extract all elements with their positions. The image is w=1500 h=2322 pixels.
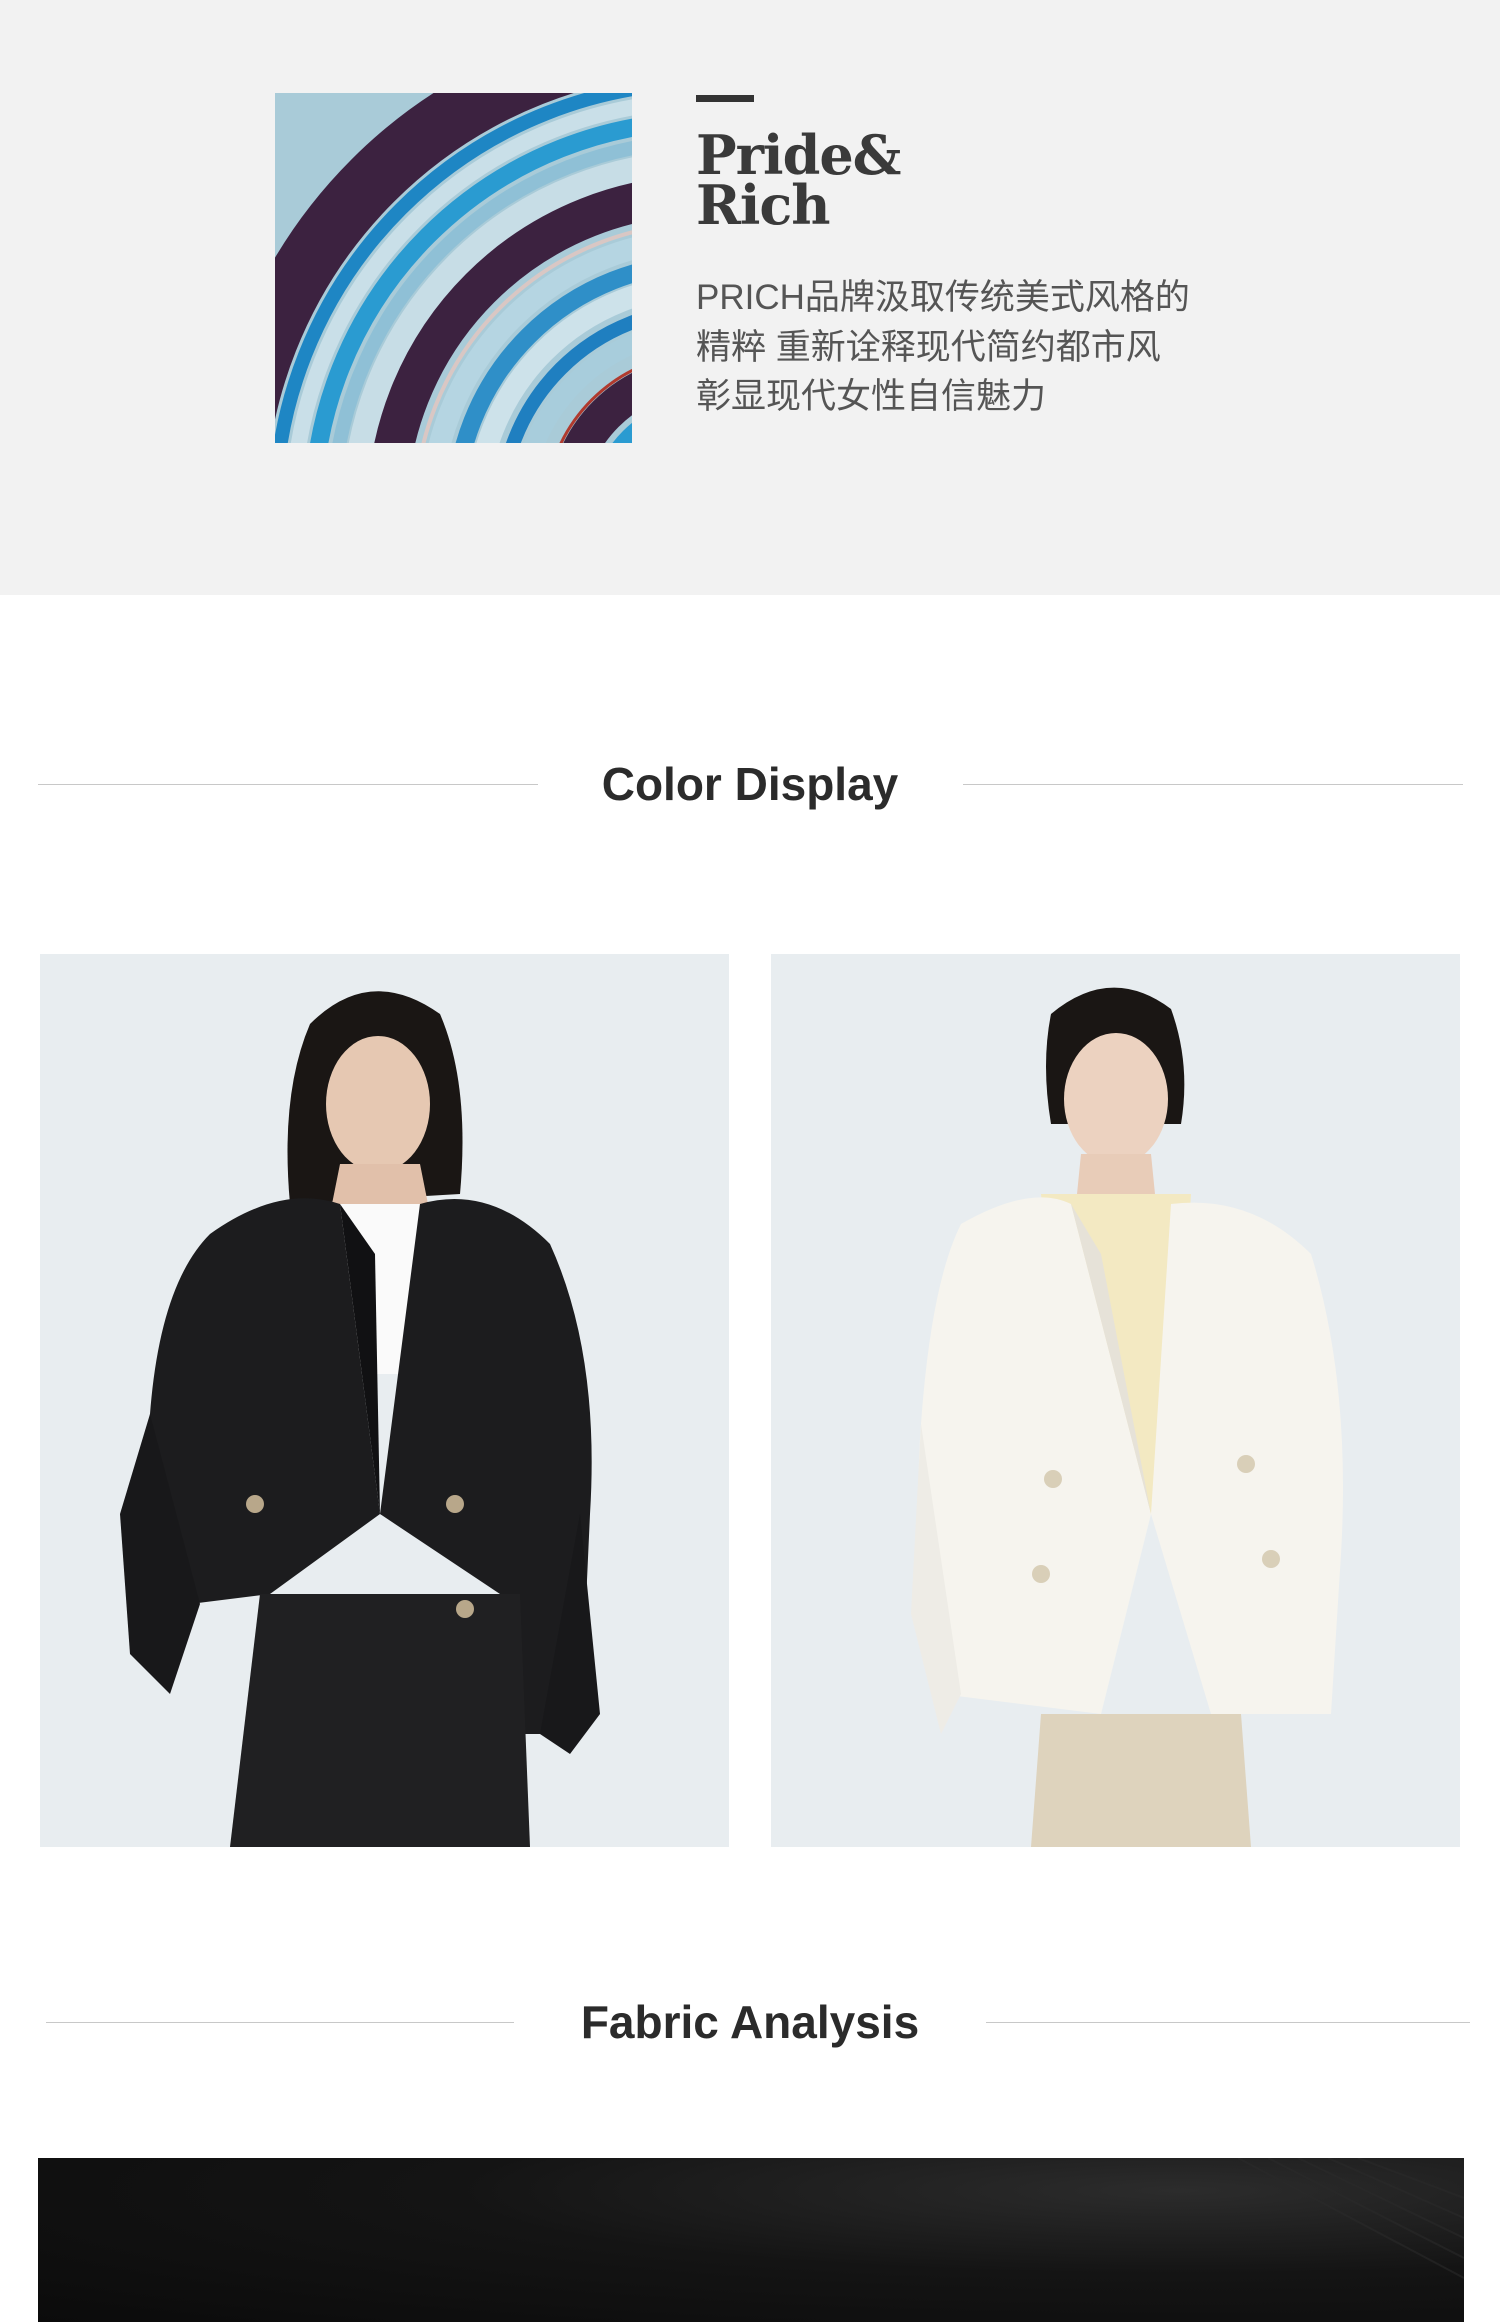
fabric-closeup-image	[38, 2158, 1464, 2322]
product-photo-white[interactable]	[771, 954, 1460, 1847]
fabric-analysis-header: Fabric Analysis	[0, 1992, 1500, 2052]
brand-tagline-line3: 彰显现代女性自信魅力	[696, 377, 1047, 416]
brand-name-line2: Rich	[696, 173, 831, 237]
section-title: Color Display	[601, 758, 899, 810]
product-photo-black[interactable]	[40, 954, 729, 1847]
brand-hero: Pride& Rich PRICH品牌汲取传统美式风格的 精粹 重新诠释现代简约…	[0, 0, 1500, 595]
brand-accent-dash	[696, 95, 754, 102]
fabric-pattern-image	[275, 93, 632, 443]
color-display-header: Color Display	[0, 754, 1500, 814]
section-title: Fabric Analysis	[580, 1996, 920, 2048]
brand-tagline-line1: PRICH品牌汲取传统美式风格的	[696, 278, 1190, 317]
brand-tagline-line2: 精粹 重新诠释现代简约都市风	[696, 328, 1161, 367]
